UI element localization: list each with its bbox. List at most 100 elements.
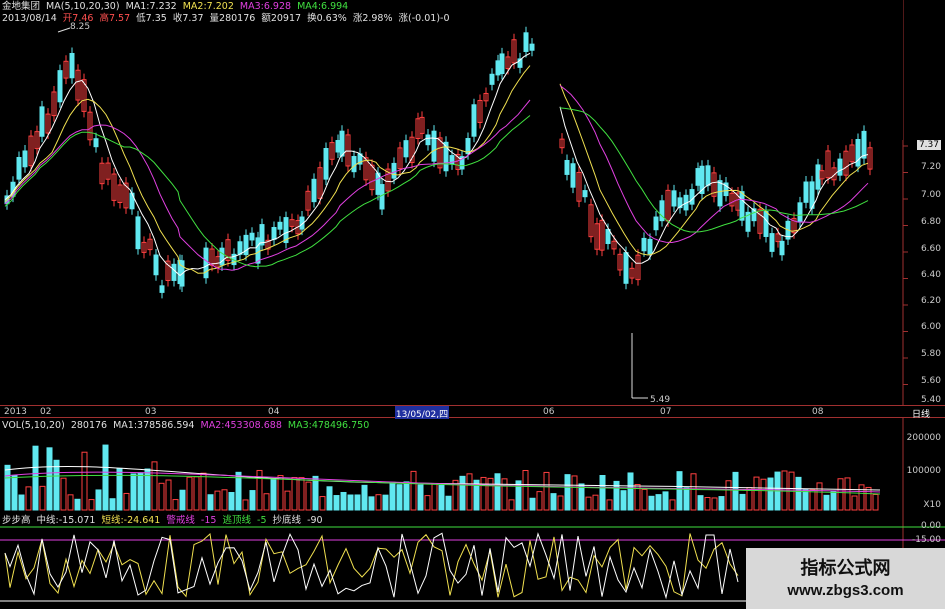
volume-bar bbox=[361, 484, 368, 511]
volume-bar bbox=[200, 472, 207, 511]
volume-bar bbox=[396, 484, 403, 511]
volume-bar bbox=[690, 473, 697, 511]
volume-bar bbox=[529, 497, 536, 511]
volume-bar bbox=[557, 495, 564, 511]
candle-body bbox=[22, 150, 28, 168]
volume-bar bbox=[221, 489, 228, 511]
volume-bar bbox=[179, 489, 186, 511]
volume-label: VOL(5,10,20) bbox=[2, 420, 65, 431]
volume-tick: 200000 bbox=[906, 433, 941, 443]
candle-body bbox=[159, 285, 165, 293]
price-panel[interactable]: 金地集团 MA(5,10,20,30) MA1:7.232 MA2:7.202 … bbox=[0, 0, 945, 405]
volume-bar bbox=[242, 499, 249, 511]
volume-bar bbox=[312, 475, 319, 511]
candle-body bbox=[403, 140, 409, 158]
candle-body bbox=[57, 70, 63, 103]
volume-bar bbox=[830, 490, 837, 511]
indicator-alert: 警戒线 bbox=[166, 515, 195, 526]
volume-bar bbox=[186, 476, 193, 511]
quote-diff: 涨(-0.01)-0 bbox=[398, 13, 450, 24]
volume-bar bbox=[620, 490, 627, 511]
volume-bar bbox=[732, 471, 739, 511]
candle-body bbox=[815, 164, 821, 190]
volume-value: 280176 bbox=[70, 420, 108, 431]
volume-bar bbox=[739, 493, 746, 511]
volume-bar bbox=[382, 494, 389, 511]
volume-bar bbox=[683, 487, 690, 511]
price-tick: 5.80 bbox=[920, 349, 941, 359]
candle-body bbox=[499, 53, 505, 75]
candle-body bbox=[339, 130, 345, 157]
volume-bar bbox=[417, 484, 424, 511]
volume-bar bbox=[844, 477, 851, 511]
volume-bar bbox=[32, 445, 39, 511]
volume-panel[interactable]: VOL(5,10,20) 280176 MA1:378586.594 MA2:4… bbox=[0, 418, 945, 513]
indicator-mid: 中线:-15.071 bbox=[36, 515, 96, 526]
volume-bar bbox=[522, 469, 529, 511]
price-tick: 5.40 bbox=[920, 395, 941, 405]
volume-bar bbox=[368, 496, 375, 511]
ma-label: MA(5,10,20,30) bbox=[46, 1, 120, 12]
candle-body bbox=[153, 254, 159, 276]
price-tick: 5.60 bbox=[920, 376, 941, 386]
volume-bar bbox=[466, 473, 473, 511]
volume-bar bbox=[837, 478, 844, 511]
indicator-bottom-value: -90 bbox=[307, 515, 323, 526]
candle-body bbox=[797, 202, 803, 223]
volume-bar bbox=[501, 478, 508, 511]
volume-bar bbox=[543, 471, 550, 511]
price-current-label: 7.37 bbox=[916, 140, 941, 150]
candle-body bbox=[311, 178, 317, 203]
volume-bar bbox=[291, 476, 298, 511]
candle-body bbox=[335, 140, 341, 153]
candlestick-chart[interactable] bbox=[0, 0, 945, 405]
volume-bar bbox=[67, 494, 74, 511]
volume-bar bbox=[102, 444, 109, 511]
price-tick: 6.80 bbox=[920, 217, 941, 227]
candle-body bbox=[237, 241, 243, 255]
volume-bar bbox=[648, 495, 655, 511]
indicator-top-value: -5 bbox=[257, 515, 267, 526]
candle-body bbox=[689, 189, 695, 205]
volume-bar bbox=[53, 459, 60, 511]
volume-chart[interactable] bbox=[0, 418, 945, 513]
volume-bar bbox=[662, 491, 669, 511]
candle-body bbox=[769, 233, 775, 252]
volume-bar bbox=[284, 490, 291, 511]
volume-bar bbox=[424, 495, 431, 511]
volume-bar bbox=[641, 488, 648, 511]
volume-bar bbox=[270, 478, 277, 511]
date-label: 06 bbox=[543, 407, 555, 417]
volume-bar bbox=[718, 496, 725, 511]
quote-volume: 量280176 bbox=[209, 13, 256, 24]
candle-body bbox=[379, 184, 385, 210]
volume-bar bbox=[95, 489, 102, 511]
candle-body bbox=[653, 216, 659, 231]
candle-body bbox=[129, 192, 135, 210]
quote-date: 2013/08/14 bbox=[2, 13, 57, 24]
candle-body bbox=[249, 232, 255, 241]
volume-ma1: MA1:378586.594 bbox=[113, 420, 195, 431]
candle-body bbox=[671, 190, 677, 207]
volume-bar bbox=[802, 489, 809, 511]
low-annotation: 5.49 bbox=[650, 395, 671, 405]
volume-bar bbox=[214, 490, 221, 511]
indicator-short: 短线:-24.641 bbox=[101, 515, 161, 526]
candle-body bbox=[259, 224, 265, 246]
quote-amount: 额20917 bbox=[261, 13, 302, 24]
volume-bar bbox=[627, 472, 634, 511]
candle-body bbox=[135, 216, 141, 250]
price-tick: 7.20 bbox=[920, 162, 941, 172]
volume-bar bbox=[333, 495, 340, 511]
volume-bar bbox=[760, 478, 767, 511]
ma1-value: MA1:7.232 bbox=[125, 1, 177, 12]
volume-bar bbox=[515, 480, 522, 511]
candle-body bbox=[391, 162, 397, 179]
candle-body bbox=[471, 104, 477, 137]
volume-bar bbox=[375, 494, 382, 511]
volume-bar bbox=[697, 495, 704, 511]
price-tick: 6.00 bbox=[920, 322, 941, 332]
volume-bar bbox=[319, 496, 326, 511]
high-marker-tick bbox=[57, 27, 71, 33]
date-label: 08 bbox=[812, 407, 824, 417]
